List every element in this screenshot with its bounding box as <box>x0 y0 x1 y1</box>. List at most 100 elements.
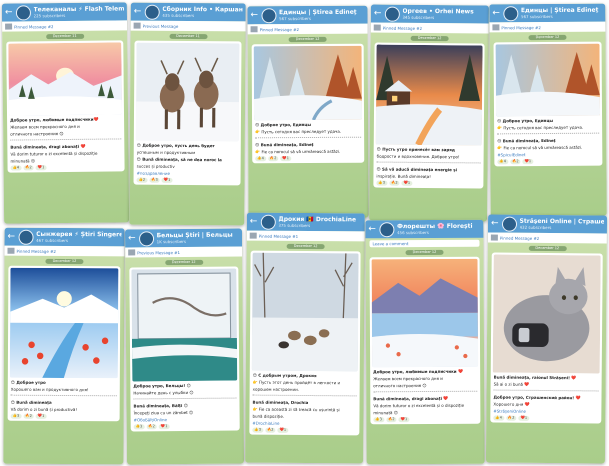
reaction-chip[interactable]: 🔥2 <box>388 180 400 186</box>
back-arrow-icon[interactable]: ← <box>8 231 16 241</box>
back-arrow-icon[interactable]: ← <box>250 216 258 226</box>
frozen-lake-photo[interactable] <box>371 258 479 368</box>
reaction-chip[interactable]: 🔥2 <box>264 427 276 433</box>
reaction-chip[interactable]: 🔥2 <box>146 424 157 430</box>
message-bubble[interactable]: 😊 Доброе утро, пусть день будет успешным… <box>133 40 242 186</box>
reindeer-photo[interactable] <box>135 42 240 142</box>
winter-cabin-photo[interactable] <box>375 44 483 146</box>
back-arrow-icon[interactable]: ← <box>374 8 382 18</box>
pinned-message-bar[interactable]: Pinned Message #2 <box>4 245 125 257</box>
hashtag[interactable]: #DrochiaLine <box>252 421 356 427</box>
message-line: Хорошего дня ❤️ <box>493 401 530 407</box>
reaction-chip[interactable]: ❤️1 <box>158 424 170 430</box>
channel-card: ← Дрокия 🇲🇩 DrochiaLine 375 subscribers P… <box>245 212 365 464</box>
winter-forest-photo[interactable] <box>495 43 601 117</box>
reaction-chip[interactable]: 👍3 <box>376 180 388 186</box>
channel-avatar[interactable] <box>138 230 154 246</box>
chat-header[interactable]: ← Телеканалы ⚡ Flash Telem 225 subscriber… <box>1 2 128 22</box>
reaction-chip[interactable]: 🔥2 <box>385 417 397 423</box>
pinned-message-bar[interactable]: Previous Message #1 <box>125 246 243 258</box>
chat-header[interactable]: ← Бельцы Știri | Бельцы 1K subscribers <box>124 228 243 248</box>
reaction-chip[interactable]: 👍2 <box>136 177 148 183</box>
back-arrow-icon[interactable]: ← <box>134 6 142 16</box>
subscriber-count: 345 subscribers <box>402 14 435 21</box>
pinned-message-bar[interactable]: Previous Message <box>130 20 246 32</box>
pinned-message-bar[interactable]: Pinned Message #2 <box>370 22 489 34</box>
channel-avatar[interactable] <box>144 4 160 20</box>
chat-header[interactable]: ← Străşeni Online | Страшены 432 subscrib… <box>487 214 608 234</box>
chat-header[interactable]: ← Сборник Info • Каршани 435 subscribers <box>130 2 246 22</box>
channel-avatar[interactable] <box>260 214 276 230</box>
winter-sunrise-photo[interactable] <box>8 42 123 116</box>
winter-forest-photo[interactable] <box>253 45 363 121</box>
window-snow-photo[interactable] <box>131 268 238 382</box>
pinned-message-bar[interactable]: Pinned Message #1 <box>246 230 365 242</box>
chat-header[interactable]: ← Дрокия 🇲🇩 DrochiaLine 375 subscribers <box>246 212 365 232</box>
message-line: Хорошего вам и продуктивного дня! <box>10 386 89 393</box>
message-bubble[interactable]: 😊 Доброе утро, Единцы 👉 Пусть сегодня ва… <box>251 43 365 164</box>
pinned-message-bar[interactable]: Pinned Message #2 <box>487 232 607 244</box>
back-arrow-icon[interactable]: ← <box>128 233 136 243</box>
reaction-chip[interactable]: ❤️1 <box>398 417 410 423</box>
message-bubble[interactable]: 😊 Доброе утро Хорошего вам и продуктивно… <box>7 265 121 422</box>
reaction-chip[interactable]: ❤️1 <box>35 413 47 419</box>
reaction-chip[interactable]: 🔥2 <box>23 413 34 419</box>
snowy-street-dogs-photo[interactable] <box>251 252 359 372</box>
channel-avatar[interactable] <box>502 5 518 21</box>
hashtag[interactable]: #SpiculEdinet <box>497 152 599 157</box>
back-arrow-icon[interactable]: ← <box>492 8 500 18</box>
message-bubble[interactable]: Доброе утро, любимые подписчики ❤️ Желае… <box>369 256 481 425</box>
chat-header[interactable]: ← Единцы | Știrea Edineț 567 subscribers <box>489 3 606 23</box>
pinned-message-bar[interactable]: Pinned Message #2 <box>2 20 128 32</box>
hashtag[interactable]: #поздравление <box>137 171 238 177</box>
channel-avatar[interactable] <box>261 7 277 23</box>
reaction-chip[interactable]: ❤️1 <box>280 156 292 162</box>
channel-avatar[interactable] <box>378 221 394 237</box>
reaction-chip[interactable]: 🔥2 <box>267 156 279 162</box>
chat-header[interactable]: ← Сынжерея ⚡ Știri Sîngerei 467 subscribe… <box>4 227 125 247</box>
chat-header[interactable]: ← Оргеев • Orhei News 345 subscribers <box>370 4 489 24</box>
message-bubble[interactable]: 😊 С добрым утром, Дрокия 👉 Пусть этот де… <box>249 250 361 436</box>
chat-header[interactable]: ← Единцы | Știrea Edineț 567 subscribers <box>247 5 368 25</box>
message-bubble[interactable]: Доброе утро, любимые подписчики❤️ Желаем… <box>6 40 125 173</box>
reaction-chip[interactable]: 👍3 <box>10 413 22 419</box>
reaction-chip[interactable]: 🔥3 <box>149 177 160 183</box>
back-arrow-icon[interactable]: ← <box>368 224 376 234</box>
channel-avatar[interactable] <box>384 6 400 22</box>
cat-photo[interactable] <box>492 254 601 374</box>
channel-avatar[interactable] <box>15 4 31 21</box>
back-arrow-icon[interactable]: ← <box>5 7 13 17</box>
reaction-chip[interactable]: ❤️1 <box>518 415 530 421</box>
pinned-message-bar[interactable]: Pinned Message #2 <box>247 23 368 35</box>
message-bubble[interactable]: Bună dimineața, raionul Strășeni! ❤️ Să … <box>490 252 603 424</box>
winter-river-photo[interactable] <box>9 267 119 379</box>
message-bubble[interactable]: 😊 Пусть утро принесёт вам заряд бодрости… <box>373 42 485 189</box>
reaction-chip[interactable]: 👍3 <box>252 427 263 433</box>
message-bubble[interactable]: 😊 Доброе утро, Единцы 👉 Пусть сегодня ва… <box>493 41 603 167</box>
leave-comment-button[interactable]: Leave a comment <box>369 239 480 248</box>
chat-header[interactable]: ← Флорешты 🌸 Florești 456 subscribers <box>365 219 484 239</box>
reaction-chip[interactable]: ❤️1 <box>277 427 289 433</box>
reaction-chip[interactable]: 🔥2 <box>23 165 34 171</box>
back-arrow-icon[interactable]: ← <box>250 10 258 20</box>
reaction-chip[interactable]: 👍3 <box>133 424 145 430</box>
hashtag[interactable]: #ОбоБălțiOnline <box>134 417 237 422</box>
hashtag[interactable]: #StrășeniOnline <box>493 409 598 415</box>
reaction-chip[interactable]: ❤️1 <box>35 165 47 171</box>
pinned-message-bar[interactable]: Pinned Message #2 <box>489 21 606 33</box>
reaction-chip[interactable]: ❤️1 <box>161 177 173 183</box>
message-bubble[interactable]: Доброе утро, Бельцы! 😊 Начинайте день с … <box>129 266 240 432</box>
reaction-chip[interactable]: 🔥2 <box>509 159 521 165</box>
reaction-chip[interactable]: ❤️1 <box>401 180 413 186</box>
reaction-chip[interactable]: 👍4 <box>255 156 266 162</box>
reaction-chip[interactable]: 🔥2 <box>505 415 517 421</box>
date-chip: December 11 <box>45 33 84 40</box>
reaction-chip[interactable]: 👍4 <box>493 415 504 421</box>
reaction-chip[interactable]: 👍4 <box>497 159 508 165</box>
channel-avatar[interactable] <box>501 216 517 232</box>
reaction-chip[interactable]: 👍3 <box>373 417 385 423</box>
reaction-chip[interactable]: 👍4 <box>10 165 22 171</box>
reaction-chip[interactable]: ❤️1 <box>522 159 534 165</box>
channel-avatar[interactable] <box>18 229 34 245</box>
back-arrow-icon[interactable]: ← <box>491 218 499 228</box>
